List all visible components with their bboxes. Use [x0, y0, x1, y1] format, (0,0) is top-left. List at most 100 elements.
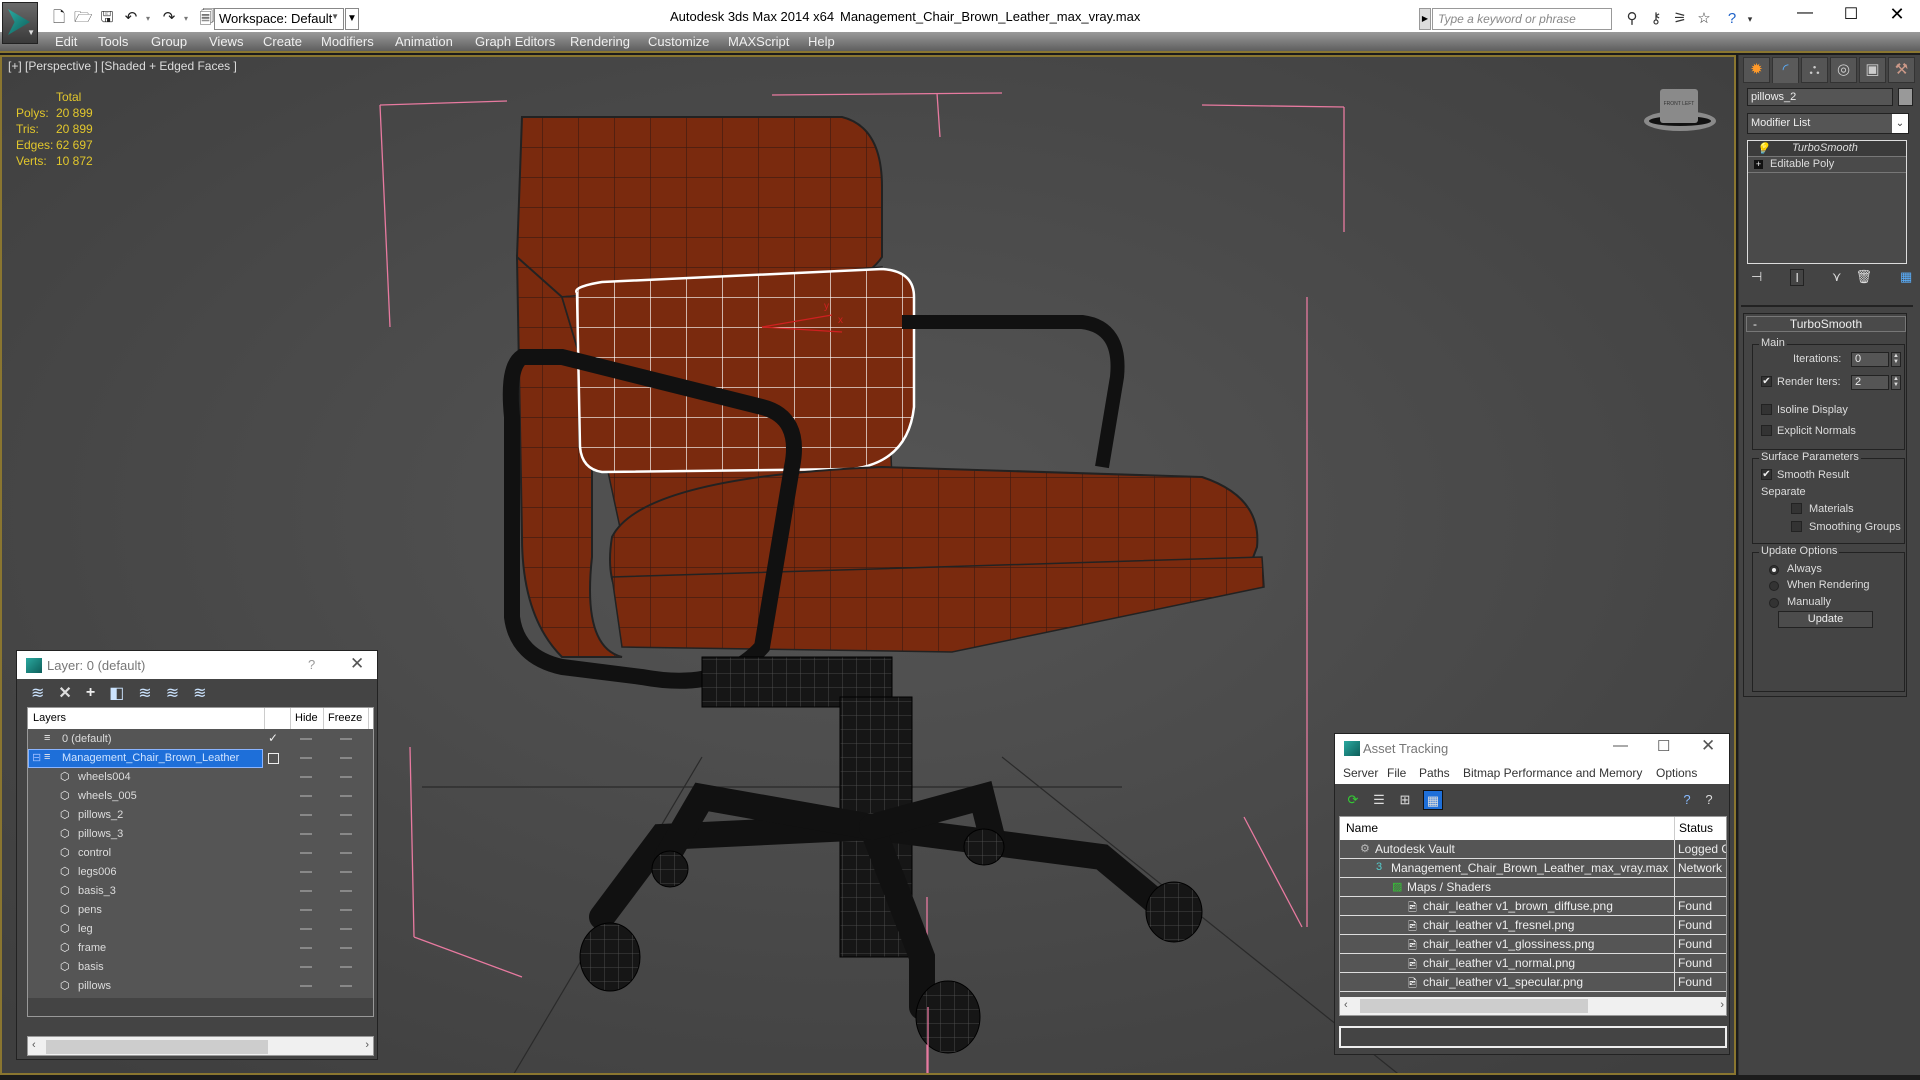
menu-group[interactable]: Group: [151, 34, 187, 49]
stack-item-editable-poly[interactable]: + Editable Poly: [1748, 157, 1906, 173]
scroll-left-icon[interactable]: ‹: [32, 1039, 36, 1051]
hide-toggle[interactable]: [300, 871, 312, 873]
asset-row[interactable]: 🖻 chair_leather v1_specular.png Found: [1340, 973, 1726, 992]
menu-tools[interactable]: Tools: [98, 34, 128, 49]
scroll-right-icon[interactable]: ›: [365, 1039, 369, 1051]
hierarchy-tab[interactable]: ⛬: [1801, 57, 1828, 83]
new-file-icon[interactable]: 🗋: [50, 9, 68, 27]
maximize-button[interactable]: ☐: [1834, 4, 1868, 32]
satellite-icon[interactable]: ⚞: [1670, 9, 1690, 29]
always-radio[interactable]: [1769, 565, 1779, 575]
freeze-toggle[interactable]: [340, 795, 352, 797]
iterations-input[interactable]: 0: [1851, 352, 1889, 367]
create-layer-icon[interactable]: ≋: [31, 683, 44, 703]
render-iters-checkbox[interactable]: ✔: [1761, 376, 1772, 387]
make-unique-icon[interactable]: ⋎: [1832, 269, 1842, 285]
object-color-swatch[interactable]: [1898, 88, 1913, 106]
key-icon[interactable]: ⚷: [1646, 9, 1666, 29]
object-row[interactable]: ⬡ control: [28, 844, 373, 863]
scroll-right-icon[interactable]: ›: [1720, 999, 1724, 1011]
expand-icon[interactable]: +: [1754, 160, 1763, 169]
layer-row[interactable]: ⊟ ≡ Management_Chair_Brown_Leather: [28, 749, 373, 768]
object-row[interactable]: ⬡ legs006: [28, 863, 373, 882]
freeze-toggle[interactable]: [340, 833, 352, 835]
smooth-result-checkbox[interactable]: ✔: [1761, 469, 1772, 480]
freeze-toggle[interactable]: [340, 966, 352, 968]
hide-all-layers-icon[interactable]: ≋: [166, 683, 179, 703]
minimize-icon[interactable]: —: [1613, 737, 1628, 754]
delete-layer-icon[interactable]: ✕: [58, 683, 71, 703]
object-row[interactable]: ⬡ pillows_3: [28, 825, 373, 844]
column-layers[interactable]: Layers: [33, 712, 66, 724]
iterations-spinner[interactable]: ▲ ▼: [1891, 352, 1901, 367]
display-tab[interactable]: ▣: [1859, 57, 1886, 83]
hide-toggle[interactable]: [300, 814, 312, 816]
asset-row[interactable]: 3 Management_Chair_Brown_Leather_max_vray…: [1340, 859, 1726, 878]
vault-help-icon[interactable]: ?: [1677, 790, 1697, 810]
redo-icon[interactable]: ↷: [160, 9, 178, 27]
remove-modifier-icon[interactable]: 🗑: [1855, 269, 1872, 285]
freeze-toggle[interactable]: [340, 776, 352, 778]
help-icon[interactable]: ?: [1722, 9, 1742, 29]
object-row[interactable]: ⬡ wheels004: [28, 768, 373, 787]
smoothing-groups-checkbox[interactable]: [1791, 521, 1802, 532]
viewport-label-menu[interactable]: [+] [Perspective ] [Shaded + Edged Faces…: [8, 59, 237, 73]
workspace-dropdown[interactable]: Workspace: Default ▼: [214, 8, 344, 30]
isoline-display-checkbox[interactable]: [1761, 404, 1772, 415]
menu-server[interactable]: Server: [1343, 766, 1378, 780]
freeze-toggle[interactable]: [340, 928, 352, 930]
object-row[interactable]: ⬡ basis: [28, 958, 373, 977]
refresh-icon[interactable]: ⟳: [1343, 790, 1363, 810]
rollout-header[interactable]: - TurboSmooth: [1746, 316, 1906, 332]
menu-edit[interactable]: Edit: [55, 34, 77, 49]
close-icon[interactable]: ✕: [1701, 736, 1715, 756]
pin-stack-icon[interactable]: ⊣: [1751, 269, 1762, 285]
menu-maxscript[interactable]: MAXScript: [728, 34, 789, 49]
horizontal-scrollbar[interactable]: ‹ ›: [27, 1036, 374, 1056]
menu-paths[interactable]: Paths: [1419, 766, 1450, 780]
motion-tab[interactable]: ◎: [1830, 57, 1857, 83]
asset-row[interactable]: 🖻 chair_leather v1_brown_diffuse.png Found: [1340, 897, 1726, 916]
undo-icon[interactable]: ↶: [122, 9, 140, 27]
object-row[interactable]: ⬡ pens: [28, 901, 373, 920]
hide-toggle[interactable]: [300, 909, 312, 911]
render-iters-input[interactable]: 2: [1851, 375, 1889, 390]
column-freeze[interactable]: Freeze: [328, 712, 362, 724]
dialog-title-bar[interactable]: Asset Tracking — ☐ ✕: [1335, 734, 1729, 762]
hide-toggle[interactable]: [300, 985, 312, 987]
update-button[interactable]: Update: [1778, 611, 1873, 628]
when-rendering-radio[interactable]: [1769, 581, 1779, 591]
freeze-toggle[interactable]: [340, 909, 352, 911]
viewcube-cube[interactable]: FRONT LEFT: [1660, 89, 1698, 123]
modify-tab[interactable]: ◜: [1772, 57, 1799, 83]
highlight-layer-icon[interactable]: ≋: [138, 683, 151, 703]
hide-toggle[interactable]: [300, 890, 312, 892]
menu-create[interactable]: Create: [263, 34, 302, 49]
menu-help[interactable]: Help: [808, 34, 835, 49]
menu-file[interactable]: File: [1387, 766, 1406, 780]
render-iters-spinner[interactable]: ▲ ▼: [1891, 375, 1901, 390]
hide-toggle[interactable]: [300, 852, 312, 854]
list-view-icon[interactable]: ☰: [1369, 790, 1389, 810]
freeze-toggle[interactable]: [340, 814, 352, 816]
stack-item-turbosmooth[interactable]: 💡 TurboSmooth: [1748, 141, 1906, 157]
asset-row[interactable]: 🖻 chair_leather v1_normal.png Found: [1340, 954, 1726, 973]
explicit-normals-checkbox[interactable]: [1761, 425, 1772, 436]
hide-toggle[interactable]: [300, 738, 312, 740]
freeze-toggle[interactable]: [340, 985, 352, 987]
close-button[interactable]: ✕: [1880, 4, 1914, 32]
application-menu-button[interactable]: ▼: [2, 2, 38, 44]
hide-toggle[interactable]: [300, 776, 312, 778]
hide-toggle[interactable]: [300, 757, 312, 759]
horizontal-scrollbar[interactable]: ‹ ›: [1340, 997, 1726, 1015]
close-icon[interactable]: ✕: [350, 654, 364, 674]
asset-path-field[interactable]: [1339, 1026, 1727, 1048]
freeze-toggle[interactable]: [340, 871, 352, 873]
menu-views[interactable]: Views: [209, 34, 243, 49]
menu-modifiers[interactable]: Modifiers: [321, 34, 374, 49]
hide-toggle[interactable]: [300, 928, 312, 930]
scrollbar-thumb[interactable]: [1360, 999, 1588, 1013]
scrollbar-thumb[interactable]: [46, 1040, 268, 1054]
customize-quick-access-button[interactable]: ▼: [345, 8, 359, 30]
table-view-icon[interactable]: ▦: [1423, 790, 1443, 810]
